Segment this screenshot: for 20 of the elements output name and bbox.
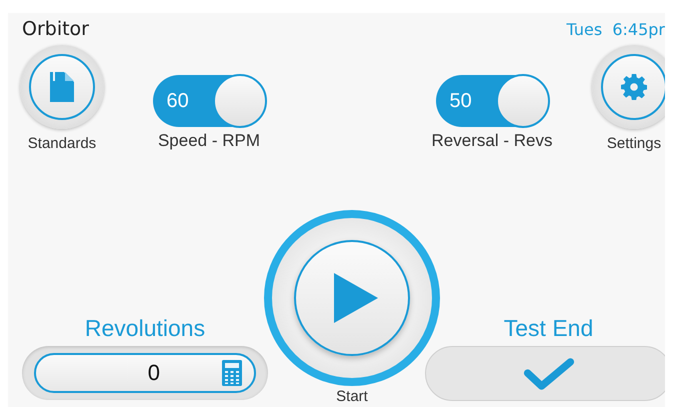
date-time: Tues 6:45pr (566, 20, 665, 38)
revolutions-label: Revolutions (84, 315, 206, 342)
button-label: Standards (28, 135, 96, 152)
button-label: Settings (606, 135, 662, 152)
toggle-label: Speed - RPM (158, 131, 260, 151)
round-button[interactable] (29, 54, 95, 120)
settings-icon (621, 74, 647, 100)
app-title: Orbitor (22, 18, 89, 40)
document-icon (50, 72, 74, 102)
toggle-switch[interactable]: 50 (436, 75, 548, 127)
test-end-label: Test End (504, 315, 594, 342)
toggle-label: Reversal - Revs (432, 131, 552, 151)
start-label: Start (336, 388, 368, 405)
test-end-button[interactable] (425, 346, 665, 401)
calculator-icon (222, 360, 242, 386)
checkmark-icon (522, 356, 574, 390)
revolutions-field[interactable]: 0 (34, 353, 256, 393)
play-icon (334, 273, 378, 323)
toggle-switch[interactable]: 60 (152, 75, 266, 127)
settings-button[interactable] (601, 54, 665, 120)
